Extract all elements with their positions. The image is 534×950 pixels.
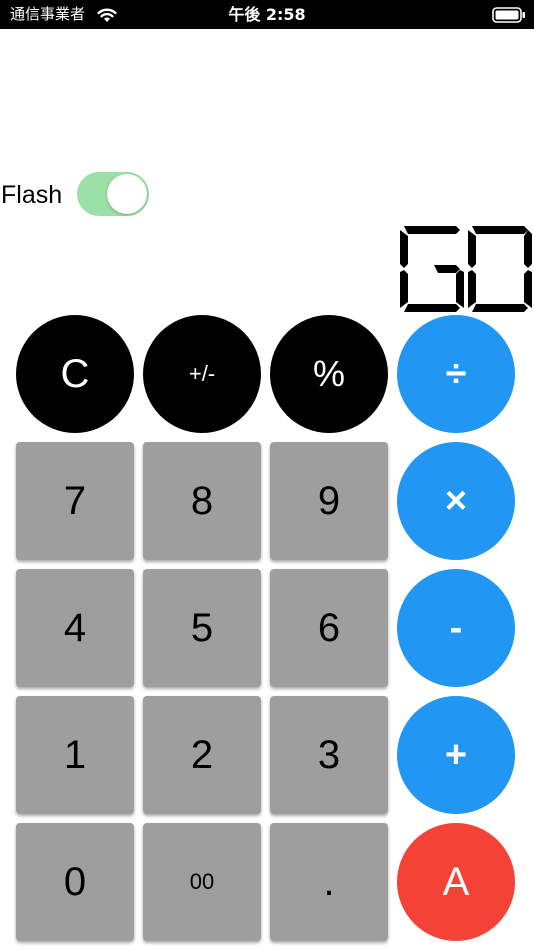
digit-5-button[interactable]: 5 <box>143 569 261 687</box>
digit-6-button[interactable]: 6 <box>270 569 388 687</box>
status-time: 午後 2:58 <box>228 5 306 24</box>
battery-icon <box>492 7 525 23</box>
flash-toggle[interactable] <box>77 172 149 216</box>
digit-8-label: 8 <box>190 478 214 523</box>
multiply-button[interactable]: × <box>397 442 515 560</box>
display-digit-o <box>468 226 532 312</box>
double-zero-button[interactable]: 00 <box>143 823 261 941</box>
display-digit-g <box>400 226 464 312</box>
toggle-knob[interactable] <box>107 174 147 214</box>
minus-label: - <box>449 606 463 649</box>
percent-button[interactable]: % <box>270 315 388 433</box>
double-zero-label: 00 <box>189 869 215 894</box>
result-display <box>400 226 532 312</box>
digit-0-label: 0 <box>63 859 87 904</box>
divide-button[interactable]: ÷ <box>397 315 515 433</box>
digit-9-button[interactable]: 9 <box>270 442 388 560</box>
digit-9-label: 9 <box>317 478 341 523</box>
decimal-label: . <box>323 859 335 904</box>
minus-button[interactable]: - <box>397 569 515 687</box>
calculator-screen: 通信事業者 午後 2:58 Flash C +/- % ÷ 7 8 9 × 4 … <box>0 0 534 950</box>
digit-1-button[interactable]: 1 <box>16 696 134 814</box>
digit-0-button[interactable]: 0 <box>16 823 134 941</box>
digit-4-button[interactable]: 4 <box>16 569 134 687</box>
plus-button[interactable]: + <box>397 696 515 814</box>
decimal-button[interactable]: . <box>270 823 388 941</box>
status-bar: 通信事業者 午後 2:58 <box>0 0 534 29</box>
plus-label: + <box>444 733 468 776</box>
digit-8-button[interactable]: 8 <box>143 442 261 560</box>
action-a-label: A <box>442 859 470 904</box>
percent-label: % <box>312 353 345 394</box>
digit-7-button[interactable]: 7 <box>16 442 134 560</box>
digit-5-label: 5 <box>190 605 214 650</box>
digit-3-label: 3 <box>317 732 341 777</box>
digit-1-label: 1 <box>63 732 87 777</box>
clear-button-label: C <box>60 351 90 396</box>
sign-toggle-button[interactable]: +/- <box>143 315 261 433</box>
flash-label: Flash <box>1 181 63 209</box>
divide-label: ÷ <box>445 352 467 395</box>
multiply-label: × <box>444 479 468 522</box>
clear-button[interactable]: C <box>16 315 134 433</box>
sign-toggle-label: +/- <box>188 361 216 386</box>
digit-3-button[interactable]: 3 <box>270 696 388 814</box>
digit-6-label: 6 <box>317 605 341 650</box>
digit-4-label: 4 <box>63 605 87 650</box>
digit-2-button[interactable]: 2 <box>143 696 261 814</box>
digit-2-label: 2 <box>190 732 214 777</box>
digit-7-label: 7 <box>63 478 87 523</box>
action-a-button[interactable]: A <box>397 823 515 941</box>
